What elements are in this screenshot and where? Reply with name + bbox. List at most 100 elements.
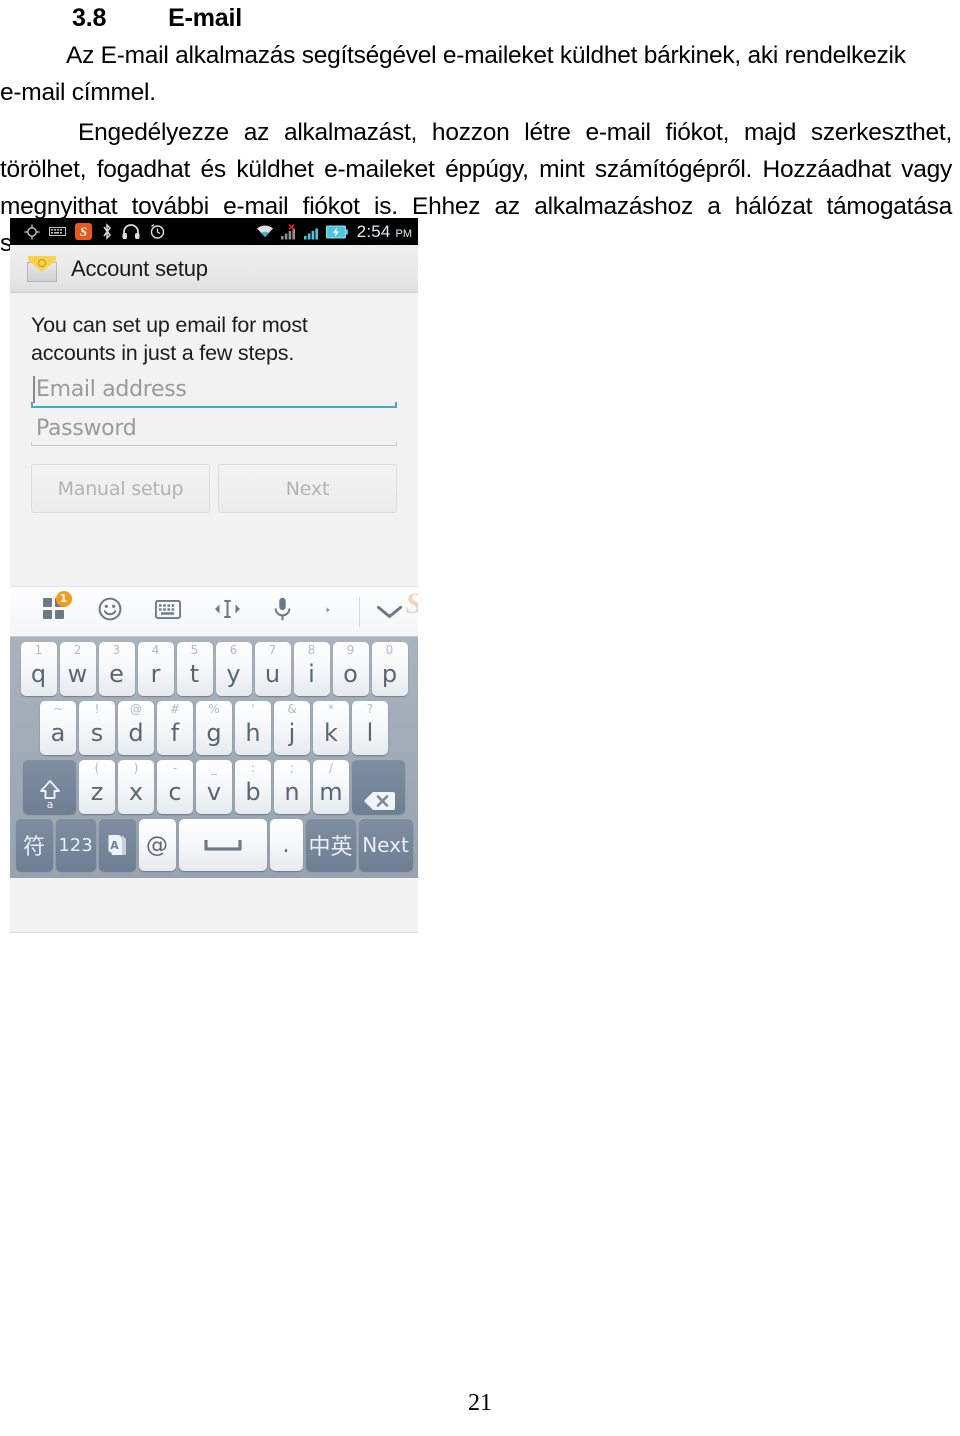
alarm-clock-icon [150, 223, 165, 239]
key-s[interactable]: ! s [79, 701, 115, 755]
keyboard-layout-icon[interactable] [154, 599, 181, 624]
at-key[interactable]: @ [138, 819, 176, 871]
key-alt-label: ! [94, 702, 100, 716]
key-i[interactable]: 8i [293, 642, 330, 696]
backspace-icon [363, 792, 395, 810]
clock-ampm: PM [395, 227, 413, 240]
key-alt-label: 7 [268, 643, 277, 657]
heading-number: 3.8 [72, 4, 107, 32]
key-y[interactable]: 6y [215, 642, 252, 696]
key-r[interactable]: 4r [137, 642, 174, 696]
language-toggle-key[interactable]: 中英 [305, 819, 356, 871]
key-w[interactable]: 2w [59, 642, 96, 696]
ime-toolbar-items: 1 [10, 587, 359, 636]
password-field-wrap[interactable]: Password [31, 414, 397, 446]
key-label: l [366, 719, 374, 747]
key-alt-label: * [328, 702, 334, 716]
key-label: a [50, 719, 66, 747]
key-h[interactable]: ' h [235, 701, 271, 755]
signal-sim1-no-service-icon [280, 223, 295, 239]
key-e[interactable]: 3e [98, 642, 135, 696]
email-input[interactable]: Email address [31, 375, 397, 406]
key-o[interactable]: 9o [332, 642, 369, 696]
heading-title: E-mail [168, 4, 242, 32]
key-label: f [170, 719, 180, 747]
key-label: e [109, 660, 124, 688]
backspace-key[interactable] [352, 760, 405, 814]
key-d[interactable]: @ d [118, 701, 154, 755]
password-input[interactable]: Password [31, 414, 397, 445]
collapse-keyboard-icon [376, 605, 402, 618]
period-key[interactable]: . [269, 819, 303, 871]
email-field-wrap[interactable]: Email address [31, 375, 397, 408]
key-alt-label: # [169, 702, 181, 716]
android-status-bar: S 2:54 PM [10, 218, 418, 245]
key-alt-label: 8 [307, 643, 316, 657]
key-label: h [245, 719, 261, 747]
space-key[interactable] [178, 819, 267, 871]
more-arrow-icon[interactable] [324, 603, 333, 621]
key-label: m [319, 778, 343, 806]
key-label: d [128, 719, 144, 747]
key-p[interactable]: 0p [371, 642, 408, 696]
paragraph-1-wrap: Az E-mail alkalmazás segítségével e-mail… [0, 35, 920, 111]
apps-badge-count: 1 [55, 591, 72, 607]
key-l[interactable]: ? l [352, 701, 388, 755]
key-k[interactable]: * k [313, 701, 349, 755]
key-label: k [324, 719, 338, 747]
numbers-key[interactable]: 123 [55, 819, 96, 871]
key-c[interactable]: -c [157, 760, 193, 814]
shift-key[interactable]: a [23, 760, 76, 814]
phone-screenshot: S 2:54 PM Account setup You can set up e… [10, 218, 418, 933]
keyboard-row-4: 符 123 A @ . 中英 Next [14, 819, 414, 871]
microphone-voice-icon[interactable] [274, 597, 291, 626]
key-f[interactable]: # f [157, 701, 193, 755]
key-alt-label: 5 [190, 643, 199, 657]
key-x[interactable]: ) x [118, 760, 154, 814]
key-alt-label: 3 [112, 643, 121, 657]
key-a[interactable]: ~ a [40, 701, 76, 755]
key-z[interactable]: (z [79, 760, 115, 814]
section-heading: 3.8 E-mail [0, 0, 960, 35]
key-b[interactable]: :b [235, 760, 271, 814]
key-v[interactable]: _ v [196, 760, 232, 814]
signal-sim2-icon [303, 228, 318, 239]
next-key[interactable]: Next [358, 819, 413, 871]
status-bar-right-icons: 2:54 PM [255, 222, 412, 242]
intro-text: You can set up email for most accounts i… [31, 313, 308, 365]
sogou-ime-icon: S [75, 223, 92, 240]
key-label: b [245, 778, 261, 806]
account-setup-form: You can set up email for most accounts i… [10, 293, 418, 586]
keyboard-row-2: ~ a ! s @ d # f % g ' h & j * k ? l [14, 701, 414, 755]
email-envelope-icon [27, 255, 57, 282]
status-bar-clock: 2:54 PM [357, 222, 412, 242]
status-bar-left-icons: S [24, 223, 166, 240]
key-label: p [381, 660, 398, 688]
key-label: r [150, 660, 161, 688]
cursor-move-icon[interactable] [214, 598, 241, 625]
apps-grid-icon[interactable]: 1 [42, 591, 72, 625]
symbols-key[interactable]: 符 [15, 819, 53, 871]
key-q[interactable]: 1q [20, 642, 57, 696]
key-alt-label: _ [211, 761, 217, 775]
next-button[interactable]: Next [218, 464, 397, 513]
svg-text:a: a [46, 798, 53, 810]
key-alt-label: ; [289, 761, 295, 775]
key-u[interactable]: 7u [254, 642, 291, 696]
key-alt-label: @ [130, 702, 142, 716]
key-g[interactable]: % g [196, 701, 232, 755]
key-t[interactable]: 5t [176, 642, 213, 696]
manual-setup-button[interactable]: Manual setup [31, 464, 210, 513]
key-j[interactable]: & j [274, 701, 310, 755]
emoji-smiley-icon[interactable] [98, 597, 122, 626]
space-bar-icon [203, 840, 242, 851]
on-screen-keyboard: 1q 2w 3e 4r 5t 6y 7u 8i 9o 0p ~ a ! s @ d #… [10, 637, 418, 878]
app-switch-key[interactable]: A [98, 819, 136, 871]
collapse-keyboard-button[interactable] [360, 604, 418, 620]
key-n[interactable]: ; n [274, 760, 310, 814]
key-m[interactable]: / m [313, 760, 349, 814]
key-label: z [90, 778, 104, 806]
key-alt-label: ? [366, 702, 374, 716]
key-alt-label: 0 [385, 643, 394, 657]
key-label: c [168, 778, 182, 806]
